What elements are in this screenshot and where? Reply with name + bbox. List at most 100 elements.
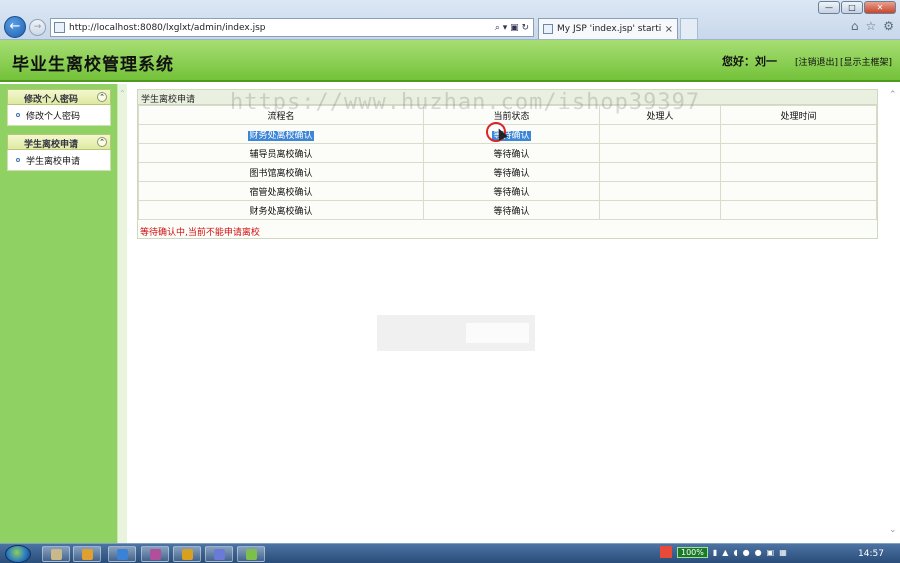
minimize-button[interactable]: — — [818, 1, 840, 14]
main-content: 学生离校申请 流程名 当前状态 处理人 处理时间 财务处离校确认 等待确认 辅导… — [127, 84, 887, 543]
bullet-icon — [16, 113, 20, 117]
menu-group-password[interactable]: 修改个人密码 ⌃ — [7, 89, 111, 105]
tab-label: My JSP 'index.jsp' startin... — [557, 24, 661, 34]
start-button[interactable] — [5, 545, 31, 563]
time-cell — [720, 143, 877, 163]
time-cell — [720, 200, 877, 220]
user-icon[interactable]: ● — [743, 548, 750, 557]
table-row: 图书馆离校确认 等待确认 — [138, 162, 877, 182]
collapse-icon[interactable]: ⌃ — [97, 137, 107, 147]
page-icon — [54, 22, 65, 33]
show-frame-link[interactable]: [显示主框架] — [840, 55, 892, 68]
forward-button[interactable]: → — [29, 19, 46, 36]
tab-close-icon[interactable]: × — [665, 24, 673, 35]
status-text: 等待确认 — [423, 143, 600, 163]
taskbar-app-2[interactable] — [73, 546, 101, 562]
sidebar-item-change-password[interactable]: 修改个人密码 — [8, 105, 110, 125]
taskbar: 100% ▮ ▲ ◖ ● ● ▣ ▦ 14:57 — [0, 543, 900, 563]
clock[interactable]: 14:57 — [858, 549, 884, 559]
menu-group-title: 修改个人密码 — [23, 95, 78, 105]
scroll-up-icon[interactable]: ⌃ — [889, 90, 897, 100]
table-row: 财务处离校确认 等待确认 — [138, 124, 877, 144]
home-icon[interactable]: ⌂ — [851, 19, 859, 33]
app-header: 毕业生离校管理系统 您好：刘一 [注销退出] [显示主框架] — [0, 40, 900, 82]
status-text: 等待确认 — [423, 200, 600, 220]
volume-icon[interactable]: ◖ — [733, 548, 737, 557]
watermark: https://www.huzhan.com/ishop39397 — [230, 90, 701, 115]
scroll-down-icon[interactable]: ⌄ — [889, 525, 897, 535]
collapse-icon[interactable]: ⌃ — [97, 92, 107, 102]
address-tools[interactable]: ⌕ ▾ ▣ ↻ — [495, 23, 533, 33]
time-cell — [720, 162, 877, 182]
sidebar-splitter[interactable]: ⌃ — [117, 84, 127, 543]
tray-expand-icon[interactable]: ▲ — [722, 548, 728, 557]
taskbar-app-6[interactable] — [205, 546, 233, 562]
faded-overlay — [466, 323, 529, 343]
address-url[interactable]: http://localhost:8080/lxglxt/admin/index… — [69, 23, 495, 33]
vertical-scrollbar[interactable]: ⌃ ⌄ — [887, 84, 900, 543]
time-cell — [720, 181, 877, 201]
table-row: 财务处离校确认 等待确认 — [138, 200, 877, 220]
system-tray: 100% ▮ ▲ ◖ ● ● ▣ ▦ — [660, 546, 787, 558]
maximize-button[interactable]: □ — [841, 1, 863, 14]
sidebar: 修改个人密码 ⌃ 修改个人密码 学生离校申请 ⌃ 学生离校申请 — [0, 84, 117, 543]
status-notice: 等待确认中,当前不能申请离校 — [140, 228, 260, 238]
sidebar-item-leave-application[interactable]: 学生离校申请 — [8, 150, 110, 170]
table-row: 辅导员离校确认 等待确认 — [138, 143, 877, 163]
input-method-icon[interactable] — [660, 546, 672, 558]
process-name: 宿管处离校确认 — [138, 181, 424, 201]
network-icon[interactable]: ▦ — [779, 548, 787, 557]
app-icon — [182, 549, 193, 560]
browser-chrome: — □ ✕ ← → http://localhost:8080/lxglxt/a… — [0, 0, 900, 40]
browser-toolbar: ⌂ ☆ ⚙ — [851, 19, 894, 33]
address-bar[interactable]: http://localhost:8080/lxglxt/admin/index… — [50, 18, 534, 37]
battery-indicator[interactable]: 100% — [677, 546, 708, 558]
new-tab-button[interactable] — [680, 18, 698, 39]
process-name: 财务处离校确认 — [248, 130, 314, 141]
handler-cell — [599, 124, 721, 144]
app-icon — [150, 549, 161, 560]
leave-application-panel: 学生离校申请 流程名 当前状态 处理人 处理时间 财务处离校确认 等待确认 辅导… — [137, 89, 878, 239]
favorites-icon[interactable]: ☆ — [865, 19, 876, 33]
menu-group-body: 学生离校申请 — [7, 150, 111, 171]
process-name: 辅导员离校确认 — [138, 143, 424, 163]
window-controls: — □ ✕ — [818, 1, 896, 14]
time-cell — [720, 124, 877, 144]
process-name: 财务处离校确认 — [138, 200, 424, 220]
tab-page-icon — [543, 24, 553, 34]
process-cell: 财务处离校确认 — [138, 124, 424, 144]
sidebar-item-label: 学生离校申请 — [26, 156, 81, 167]
status-cell: 等待确认 — [423, 124, 600, 144]
table-row: 宿管处离校确认 等待确认 — [138, 181, 877, 201]
power-icon[interactable]: ▮ — [713, 548, 717, 557]
status-text: 等待确认 — [423, 162, 600, 182]
browser-tab[interactable]: My JSP 'index.jsp' startin... × — [538, 18, 678, 39]
close-window-button[interactable]: ✕ — [864, 1, 896, 14]
taskbar-app-explorer[interactable] — [42, 546, 70, 562]
menu-group-leave[interactable]: 学生离校申请 ⌃ — [7, 134, 111, 150]
display-icon[interactable]: ▣ — [767, 548, 775, 557]
app-icon — [214, 549, 225, 560]
gear-icon[interactable]: ⚙ — [883, 19, 894, 33]
process-table: 流程名 当前状态 处理人 处理时间 财务处离校确认 等待确认 辅导员离校确认 等… — [138, 105, 877, 220]
handler-cell — [599, 181, 721, 201]
menu-group-body: 修改个人密码 — [7, 105, 111, 126]
logout-link[interactable]: [注销退出] — [795, 55, 838, 68]
back-button[interactable]: ← — [4, 16, 26, 38]
user-icon[interactable]: ● — [755, 548, 762, 557]
handler-cell — [599, 162, 721, 182]
menu-group-title: 学生离校申请 — [23, 140, 78, 150]
taskbar-app-5[interactable] — [173, 546, 201, 562]
page: 毕业生离校管理系统 您好：刘一 [注销退出] [显示主框架] 修改个人密码 ⌃ … — [0, 40, 900, 543]
user-greeting: 您好：刘一 — [722, 55, 777, 68]
status-text: 等待确认 — [423, 181, 600, 201]
taskbar-app-7[interactable] — [237, 546, 265, 562]
process-name: 图书馆离校确认 — [138, 162, 424, 182]
app-icon — [82, 549, 93, 560]
bullet-icon — [16, 158, 20, 162]
taskbar-app-4[interactable] — [141, 546, 169, 562]
taskbar-app-ie[interactable] — [108, 546, 136, 562]
column-header: 处理时间 — [720, 105, 877, 125]
handler-cell — [599, 200, 721, 220]
collapse-arrow-icon[interactable]: ⌃ — [119, 89, 126, 98]
